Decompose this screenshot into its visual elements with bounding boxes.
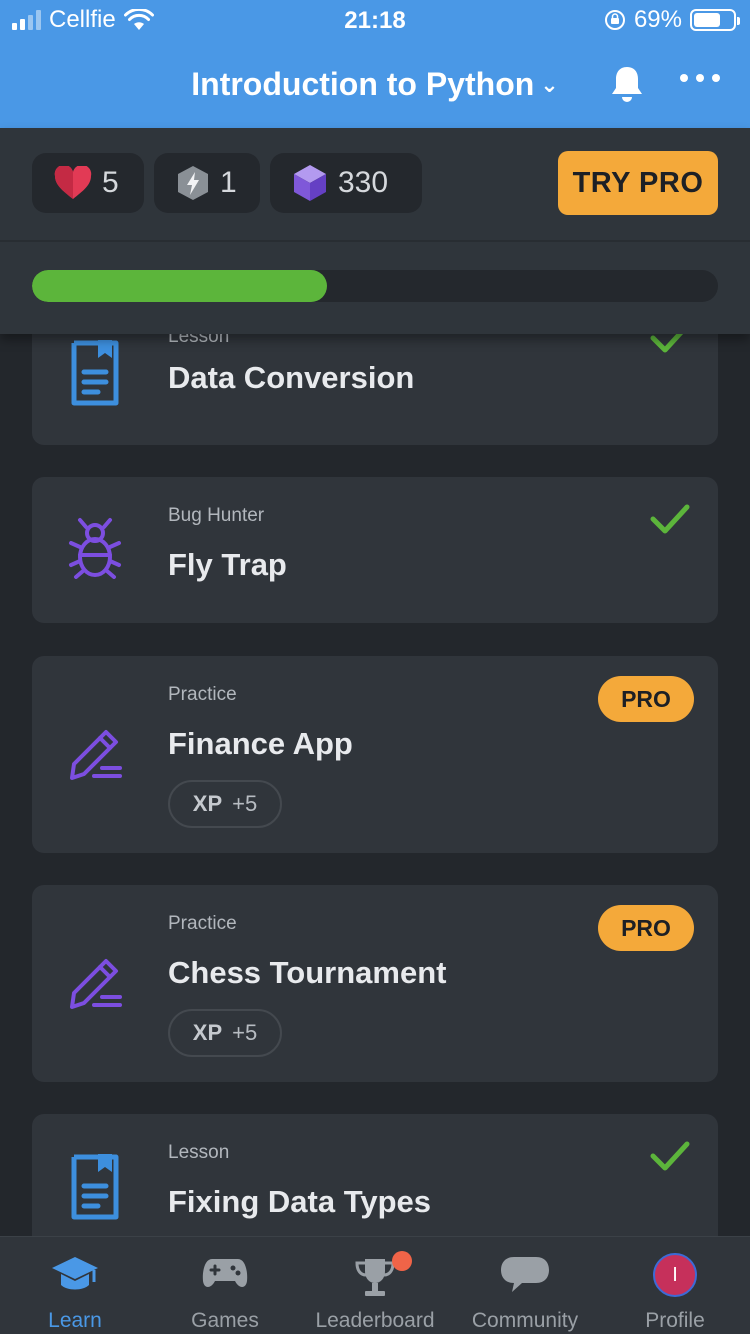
notification-dot [392, 1251, 412, 1271]
hearts-counter[interactable]: 5 [32, 153, 144, 213]
list-item[interactable]: Lesson Fixing Data Types [32, 1114, 718, 1236]
nav-bar: Introduction to Python ⌄ [0, 44, 750, 128]
battery-percent: 69% [633, 6, 682, 33]
hearts-count: 5 [102, 166, 119, 199]
check-icon [650, 1141, 690, 1171]
item-kind: Lesson [168, 1142, 230, 1163]
course-progress-bar [32, 270, 718, 302]
battery-icon [690, 9, 740, 31]
bug-icon [69, 518, 121, 579]
avatar: I [653, 1253, 697, 1297]
xp-reward: XP +5 [168, 1009, 282, 1057]
item-title: Finance App [168, 726, 353, 761]
tab-learn[interactable]: Learn [0, 1237, 150, 1334]
xp-label: XP [192, 791, 223, 816]
streak-counter[interactable]: 1 [154, 153, 260, 213]
battery-fill [694, 13, 721, 27]
stats-bar: 5 1 330 TRY PRO [0, 128, 750, 334]
top-header: Cellfie 21:18 69% Introduction to Python… [0, 0, 750, 128]
tab-community[interactable]: Community [450, 1237, 600, 1334]
lesson-icon [71, 340, 119, 406]
tab-label: Profile [645, 1309, 705, 1332]
tab-label: Games [191, 1309, 259, 1332]
item-kind: Bug Hunter [168, 505, 265, 526]
check-icon [650, 334, 684, 353]
practice-icon [70, 730, 122, 780]
trophy-icon [355, 1259, 395, 1296]
list-item[interactable]: Lesson Data Conversion [32, 334, 718, 445]
gems-count: 330 [338, 166, 389, 199]
item-title: Chess Tournament [168, 955, 447, 990]
orientation-lock-icon [604, 10, 625, 30]
xp-value: +5 [232, 791, 258, 816]
status-bar: Cellfie 21:18 69% [0, 0, 750, 42]
chevron-down-icon: ⌄ [540, 72, 559, 97]
gems-counter[interactable]: 330 [270, 153, 422, 213]
chat-bubble-icon [501, 1257, 549, 1292]
heart-icon [54, 166, 92, 199]
more-icon[interactable] [680, 74, 720, 82]
xp-reward: XP +5 [168, 780, 282, 828]
list-item[interactable]: Practice Chess Tournament PRO XP +5 [32, 885, 718, 1082]
gamepad-icon [202, 1259, 248, 1287]
gem-cube-icon [294, 165, 326, 201]
course-progress-fill [32, 270, 327, 302]
pro-badge: PRO [598, 905, 694, 951]
item-title: Data Conversion [168, 360, 415, 395]
tab-label: Leaderboard [315, 1309, 435, 1332]
xp-value: +5 [232, 1020, 258, 1045]
lesson-list: Lesson Data Conversion Bug Hunter Fly Tr… [0, 334, 750, 1236]
graduation-cap-icon [52, 1257, 98, 1290]
tab-profile[interactable]: I Profile [600, 1237, 750, 1334]
practice-icon [70, 959, 122, 1009]
lightning-shield-icon [178, 166, 208, 200]
item-title: Fly Trap [168, 547, 287, 582]
check-icon [650, 504, 690, 534]
tab-leaderboard[interactable]: Leaderboard [300, 1237, 450, 1334]
lesson-icon [71, 1154, 119, 1220]
bell-icon[interactable] [608, 64, 646, 104]
tab-label: Learn [48, 1309, 102, 1332]
course-title: Introduction to Python [191, 66, 535, 102]
streak-count: 1 [220, 166, 237, 199]
item-kind: Lesson [168, 334, 230, 347]
list-item[interactable]: Bug Hunter Fly Trap [32, 477, 718, 623]
try-pro-button[interactable]: TRY PRO [558, 151, 718, 215]
tab-label: Community [471, 1309, 579, 1332]
list-item[interactable]: Practice Finance App PRO XP +5 [32, 656, 718, 853]
xp-label: XP [192, 1020, 223, 1045]
item-title: Fixing Data Types [168, 1184, 431, 1219]
divider [0, 240, 750, 242]
tab-games[interactable]: Games [150, 1237, 300, 1334]
item-kind: Practice [168, 684, 237, 705]
pro-badge: PRO [598, 676, 694, 722]
tab-bar: Learn Games Leaderboard Community I Prof… [0, 1236, 750, 1334]
item-kind: Practice [168, 913, 237, 934]
